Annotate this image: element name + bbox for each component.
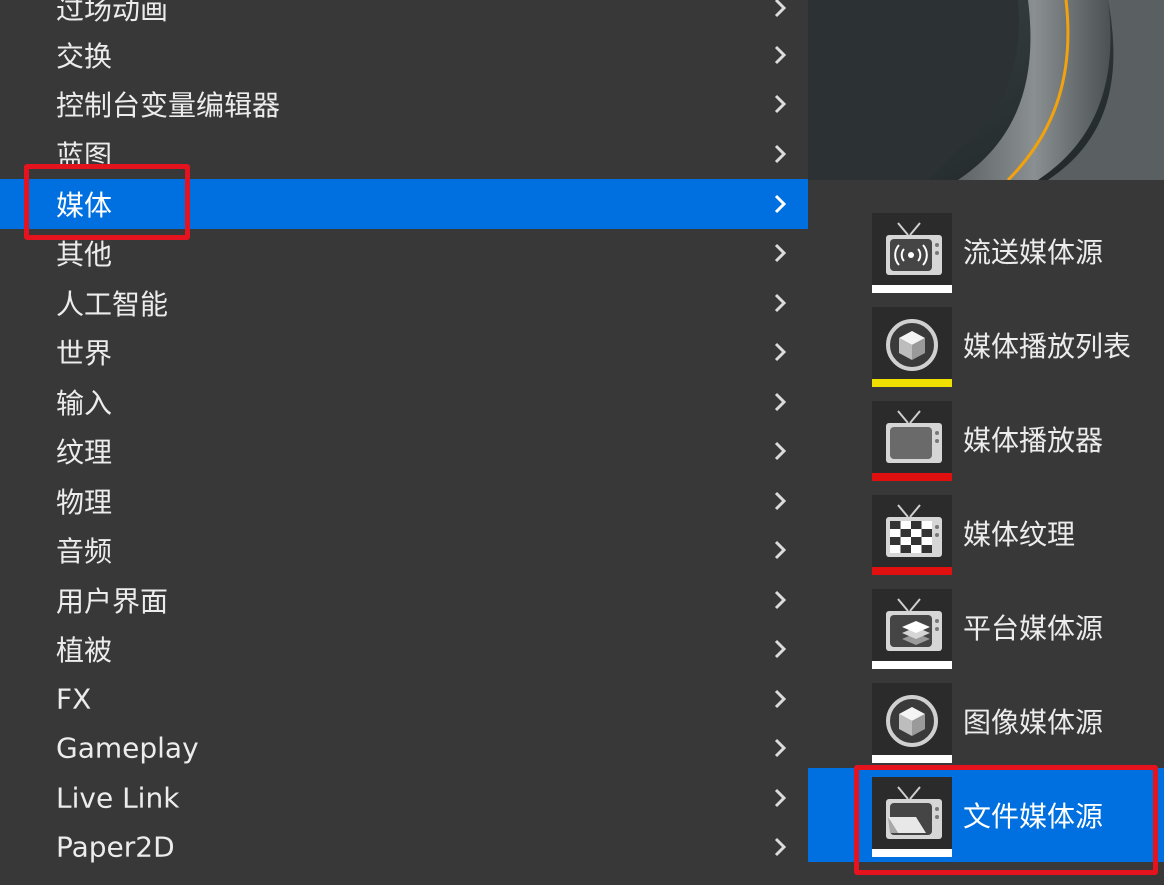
submenu-item-media-player[interactable]: 媒体播放器 xyxy=(808,392,1164,486)
chevron-right-icon xyxy=(774,639,787,659)
chevron-right-icon xyxy=(774,342,787,362)
chevron-right-icon xyxy=(774,837,787,857)
media-playlist-icon xyxy=(886,319,938,371)
menu-item-paper2d[interactable]: Paper2D xyxy=(0,822,808,872)
submenu-item-label: 图像媒体源 xyxy=(963,706,1104,739)
menu-item-label: Paper2D xyxy=(56,830,175,864)
menu-item-live-link[interactable]: Live Link xyxy=(0,773,808,823)
chevron-right-icon xyxy=(774,0,787,18)
submenu-item-label: 媒体播放器 xyxy=(963,424,1104,457)
menu-item-texture[interactable]: 纹理 xyxy=(0,426,808,476)
menu-item-audio[interactable]: 音频 xyxy=(0,525,808,575)
asset-type-color-bar xyxy=(872,285,952,293)
menu-item-physics[interactable]: 物理 xyxy=(0,476,808,526)
chevron-right-icon xyxy=(774,94,787,114)
chevron-right-icon xyxy=(774,441,787,461)
menu-item-gameplay[interactable]: Gameplay xyxy=(0,723,808,773)
menu-item-misc[interactable]: 其他 xyxy=(0,228,808,278)
submenu-item-label: 文件媒体源 xyxy=(963,800,1104,833)
menu-item-label: 控制台变量编辑器 xyxy=(56,89,281,122)
chevron-right-icon xyxy=(774,788,787,808)
menu-item-blueprint[interactable]: 蓝图 xyxy=(0,129,808,179)
viewport-scene-image xyxy=(808,0,1164,180)
menu-item-foliage[interactable]: 植被 xyxy=(0,624,808,674)
menu-item-label: FX xyxy=(56,682,92,716)
menu-item-label: 其他 xyxy=(56,238,113,271)
stream-media-source-thumbnail xyxy=(872,213,952,293)
menu-item-world[interactable]: 世界 xyxy=(0,327,808,377)
chevron-right-icon xyxy=(774,45,787,65)
chevron-right-icon xyxy=(774,243,787,263)
submenu-item-file-media-source[interactable]: 文件媒体源 xyxy=(808,768,1164,862)
menu-item-label: 人工智能 xyxy=(56,288,169,321)
asset-type-color-bar xyxy=(872,661,952,669)
menu-item-label: 交换 xyxy=(56,40,113,73)
menu-item-exchange[interactable]: 交换 xyxy=(0,30,808,80)
menu-item-label: 过场动画 xyxy=(56,0,169,26)
media-texture-icon xyxy=(886,504,942,557)
menu-item-user-interface[interactable]: 用户界面 xyxy=(0,575,808,625)
asset-type-color-bar xyxy=(872,567,952,575)
chevron-right-icon xyxy=(774,540,787,560)
chevron-right-icon xyxy=(774,144,787,164)
submenu-item-stream-media-source[interactable]: 流送媒体源 xyxy=(808,204,1164,298)
menu-item-label: 输入 xyxy=(56,387,113,420)
submenu-item-image-media-source[interactable]: 图像媒体源 xyxy=(808,674,1164,768)
viewport-preview xyxy=(808,0,1164,180)
media-submenu: 流送媒体源 媒体播放列表 媒体播放器 媒体纹理 平台媒体源 图像媒体源 文件媒体… xyxy=(808,180,1164,885)
image-media-source-thumbnail xyxy=(872,683,952,763)
submenu-item-label: 媒体播放列表 xyxy=(963,330,1132,363)
chevron-right-icon xyxy=(774,738,787,758)
menu-item-media[interactable]: 媒体 xyxy=(0,179,808,229)
submenu-item-label: 平台媒体源 xyxy=(963,612,1104,645)
platform-media-source-thumbnail xyxy=(872,589,952,669)
media-player-thumbnail xyxy=(872,401,952,481)
chevron-right-icon xyxy=(774,392,787,412)
media-texture-thumbnail xyxy=(872,495,952,575)
media-playlist-thumbnail xyxy=(872,307,952,387)
file-media-source-icon xyxy=(886,786,942,839)
file-media-source-thumbnail xyxy=(872,777,952,857)
chevron-right-icon xyxy=(774,590,787,610)
menu-item-label: Gameplay xyxy=(56,731,199,765)
media-player-icon xyxy=(886,410,942,463)
asset-type-color-bar xyxy=(872,755,952,763)
menu-item-label: 媒体 xyxy=(56,189,113,222)
submenu-item-label: 流送媒体源 xyxy=(963,236,1104,269)
chevron-right-icon xyxy=(774,491,787,511)
asset-type-color-bar xyxy=(872,473,952,481)
menu-item-label: 用户界面 xyxy=(56,585,169,618)
submenu-item-label: 媒体纹理 xyxy=(963,518,1076,551)
menu-item-cinematics[interactable]: 过场动画 xyxy=(0,0,808,33)
menu-item-label: 物理 xyxy=(56,486,113,519)
menu-item-ai[interactable]: 人工智能 xyxy=(0,278,808,328)
asset-type-color-bar xyxy=(872,379,952,387)
chevron-right-icon xyxy=(774,689,787,709)
menu-item-fx[interactable]: FX xyxy=(0,674,808,724)
submenu-item-media-texture[interactable]: 媒体纹理 xyxy=(808,486,1164,580)
stream-media-source-icon xyxy=(886,222,942,275)
menu-item-label: 音频 xyxy=(56,535,113,568)
image-media-source-icon xyxy=(886,695,938,747)
menu-item-label: Live Link xyxy=(56,781,180,815)
menu-item-label: 世界 xyxy=(56,337,113,370)
submenu-item-platform-media-source[interactable]: 平台媒体源 xyxy=(808,580,1164,674)
menu-item-input[interactable]: 输入 xyxy=(0,377,808,427)
menu-item-console-variables[interactable]: 控制台变量编辑器 xyxy=(0,79,808,129)
submenu-item-media-playlist[interactable]: 媒体播放列表 xyxy=(808,298,1164,392)
chevron-right-icon xyxy=(774,293,787,313)
menu-item-label: 纹理 xyxy=(56,436,113,469)
menu-item-label: 蓝图 xyxy=(56,139,113,172)
chevron-right-icon xyxy=(774,194,787,214)
asset-type-color-bar xyxy=(872,849,952,857)
category-menu: 过场动画 交换 控制台变量编辑器 蓝图 媒体 其他 人工智能 世界 输入 纹理 … xyxy=(0,0,808,885)
platform-media-source-icon xyxy=(886,598,942,651)
menu-item-label: 植被 xyxy=(56,634,113,667)
